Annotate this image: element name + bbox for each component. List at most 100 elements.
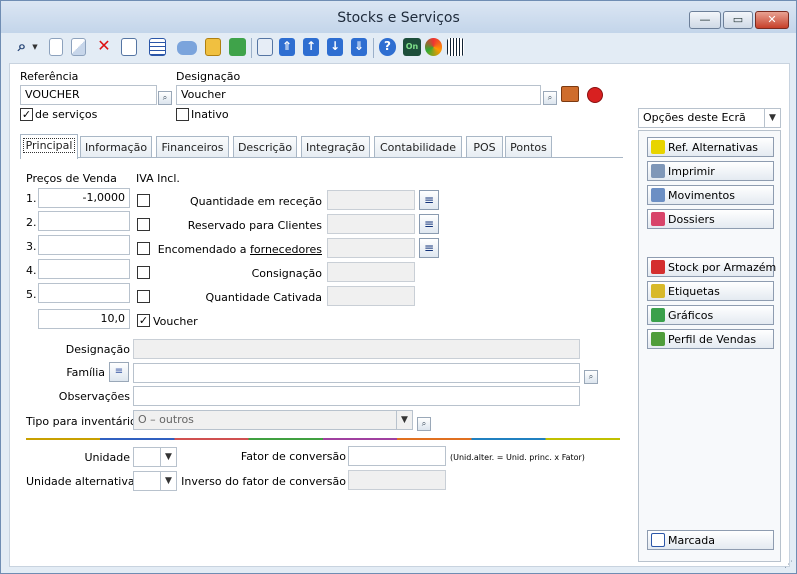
new-document-icon[interactable] <box>49 38 63 56</box>
unidade-select[interactable]: ▼ <box>133 447 177 467</box>
search-icon[interactable]: ⌕ <box>417 417 431 431</box>
qty-receipt-details-button[interactable]: ≡ <box>419 190 439 210</box>
tab-integracao[interactable]: Integração <box>301 136 370 158</box>
last-record-icon[interactable]: ⇓ <box>351 38 367 56</box>
tab-descricao[interactable]: Descrição <box>233 136 297 158</box>
application-window: Stocks e Serviços — ▭ ✕ ⌕ ▼ ✕ ⇑ ↑ ↓ ⇓ ? … <box>0 0 797 574</box>
minimize-button[interactable]: — <box>689 11 721 29</box>
copy-document-icon[interactable] <box>71 38 86 56</box>
designacao-input[interactable]: Voucher <box>176 85 541 105</box>
search-icon[interactable]: ⌕ <box>584 370 598 384</box>
price-4-num: 4. <box>26 264 37 277</box>
tab-principal[interactable]: Principal <box>20 134 78 159</box>
ordered-details-button[interactable]: ≡ <box>419 238 439 258</box>
resize-grip-icon[interactable]: ⋰ <box>784 560 793 570</box>
tab-pos[interactable]: POS <box>466 136 503 158</box>
tab-financeiros[interactable]: Financeiros <box>156 136 229 158</box>
price-1-num: 1. <box>26 192 37 205</box>
maximize-button[interactable]: ▭ <box>723 11 753 29</box>
search-dropdown-icon[interactable]: ▼ <box>31 38 39 56</box>
voucher-value-input[interactable]: 10,0 <box>38 309 130 329</box>
stock-armazem-button[interactable]: Stock por Armazém <box>647 257 776 277</box>
close-button[interactable]: ✕ <box>755 11 789 29</box>
recycle-icon[interactable] <box>425 38 442 56</box>
perfil-vendas-button[interactable]: Perfil de Vendas <box>647 329 774 349</box>
iva-incl-label: IVA Incl. <box>136 172 180 185</box>
observacoes-input[interactable] <box>133 386 580 406</box>
first-record-icon[interactable]: ⇑ <box>279 38 295 56</box>
transfer-icon[interactable] <box>205 38 221 56</box>
fornecedores-link[interactable]: fornecedores <box>250 243 322 256</box>
voucher-checkbox[interactable]: ✓ <box>137 314 150 327</box>
de-servicos-checkbox[interactable]: ✓ <box>20 108 33 121</box>
next-record-icon[interactable]: ↓ <box>327 38 343 56</box>
iva-5-checkbox[interactable] <box>137 290 150 303</box>
price-1-input[interactable]: -1,0000 <box>38 188 130 208</box>
de-servicos-label: de serviços <box>35 108 98 121</box>
toolbar: ⌕ ▼ ✕ ⇑ ↑ ↓ ⇓ ? On <box>9 35 789 61</box>
price-4-input[interactable] <box>38 259 130 279</box>
search-icon[interactable]: ⌕ <box>543 91 557 105</box>
dossiers-button[interactable]: Dossiers <box>647 209 774 229</box>
precos-venda-label: Preços de Venda <box>26 172 117 185</box>
reserved-details-button[interactable]: ≡ <box>419 214 439 234</box>
fator-label: Fator de conversão <box>240 450 346 463</box>
title-bar[interactable]: Stocks e Serviços — ▭ ✕ <box>1 1 796 33</box>
close-icon: ✕ <box>767 13 777 26</box>
document-stamp-icon[interactable] <box>561 86 579 102</box>
options-select[interactable]: Opções deste Ecrã ▼ <box>638 108 781 128</box>
table-icon[interactable] <box>149 38 166 56</box>
movements-icon <box>651 188 665 202</box>
search-icon[interactable]: ⌕ <box>13 37 31 56</box>
etiquetas-button[interactable]: Etiquetas <box>647 281 774 301</box>
price-2-input[interactable] <box>38 211 130 231</box>
refresh-icon[interactable] <box>229 38 246 56</box>
unidade-alt-label: Unidade alternativa <box>26 475 135 488</box>
referencia-label: Referência <box>20 70 79 83</box>
tab-pontos[interactable]: Pontos <box>505 136 552 158</box>
window-title: Stocks e Serviços <box>337 10 460 26</box>
graficos-button[interactable]: Gráficos <box>647 305 774 325</box>
chevron-down-icon: ▼ <box>160 472 176 490</box>
inativo-checkbox[interactable] <box>176 108 189 121</box>
imprimir-button[interactable]: Imprimir <box>647 161 774 181</box>
price-5-input[interactable] <box>38 283 130 303</box>
previous-record-icon[interactable]: ↑ <box>303 38 319 56</box>
unidade-label: Unidade <box>84 451 130 464</box>
tab-bar: Principal Informação Financeiros Descriç… <box>20 134 620 159</box>
search-icon[interactable]: ⌕ <box>158 91 172 105</box>
help-icon[interactable]: ? <box>379 38 396 56</box>
price-3-num: 3. <box>26 240 37 253</box>
barcode-icon[interactable] <box>447 38 464 56</box>
on-icon[interactable]: On <box>403 38 421 56</box>
no-entry-icon[interactable] <box>587 87 603 103</box>
ordered-field <box>327 238 415 258</box>
list-icon: ≡ <box>114 366 124 377</box>
movimentos-button[interactable]: Movimentos <box>647 185 774 205</box>
tab-contabilidade[interactable]: Contabilidade <box>374 136 462 158</box>
familia-input[interactable] <box>133 363 580 383</box>
iva-1-checkbox[interactable] <box>137 194 150 207</box>
familia-tree-button[interactable]: ≡ <box>109 362 129 382</box>
iva-4-checkbox[interactable] <box>137 266 150 279</box>
tab-panel-border <box>20 157 623 158</box>
properties-icon[interactable] <box>121 38 137 56</box>
iva-3-checkbox[interactable] <box>137 242 150 255</box>
referencia-input[interactable]: VOUCHER <box>20 85 157 105</box>
fator-input[interactable] <box>348 446 446 466</box>
unidade-alt-select[interactable]: ▼ <box>133 471 177 491</box>
tab-informacao[interactable]: Informação <box>80 136 152 158</box>
delete-icon[interactable]: ✕ <box>95 36 113 56</box>
labels-icon <box>651 284 665 298</box>
ref-alternativas-button[interactable]: Ref. Alternativas <box>647 137 774 157</box>
toolbar-separator <box>251 38 252 58</box>
tipo-inventario-select[interactable]: O – outros ▼ <box>133 410 413 430</box>
maximize-icon: ▭ <box>732 13 744 26</box>
iva-2-checkbox[interactable] <box>137 218 150 231</box>
price-3-input[interactable] <box>38 235 130 255</box>
preview-icon[interactable] <box>257 38 273 56</box>
eraser-icon[interactable] <box>177 41 197 55</box>
consignacao-field <box>327 262 415 282</box>
marcada-button[interactable]: Marcada <box>647 530 774 550</box>
sales-profile-icon <box>651 332 665 346</box>
